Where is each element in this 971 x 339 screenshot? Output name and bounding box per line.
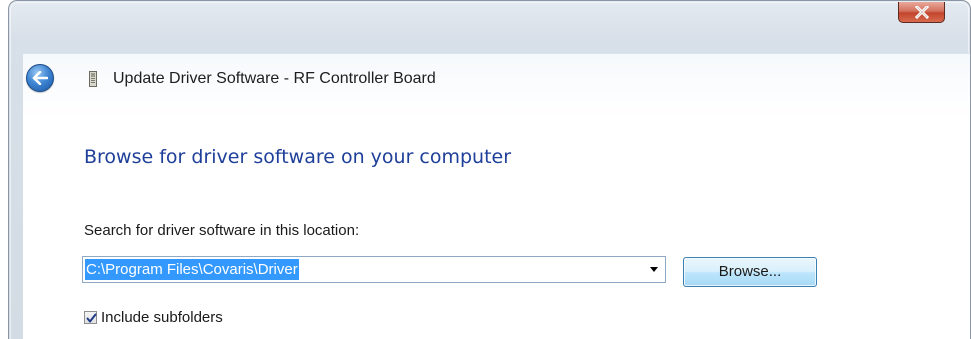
chevron-down-icon[interactable] — [650, 267, 658, 272]
search-path-value[interactable]: C:\Program Files\Covaris\Driver — [85, 259, 299, 280]
back-button[interactable] — [26, 64, 54, 92]
close-icon — [915, 6, 929, 19]
checkmark-icon — [86, 313, 97, 323]
device-board-icon — [89, 71, 97, 87]
include-subfolders-checkbox[interactable] — [84, 311, 97, 324]
include-subfolders-label[interactable]: Include subfolders — [101, 309, 223, 326]
browse-button[interactable]: Browse... — [683, 257, 817, 287]
search-location-label: Search for driver software in this locat… — [84, 222, 360, 239]
back-arrow-icon — [32, 71, 48, 85]
search-path-combobox[interactable]: C:\Program Files\Covaris\Driver — [82, 256, 666, 283]
window-title: Update Driver Software - RF Controller B… — [113, 70, 436, 87]
close-button[interactable] — [898, 2, 945, 23]
dialog-content-area — [23, 53, 970, 339]
dialog-window-frame — [8, 0, 971, 339]
page-heading: Browse for driver software on your compu… — [84, 146, 512, 168]
